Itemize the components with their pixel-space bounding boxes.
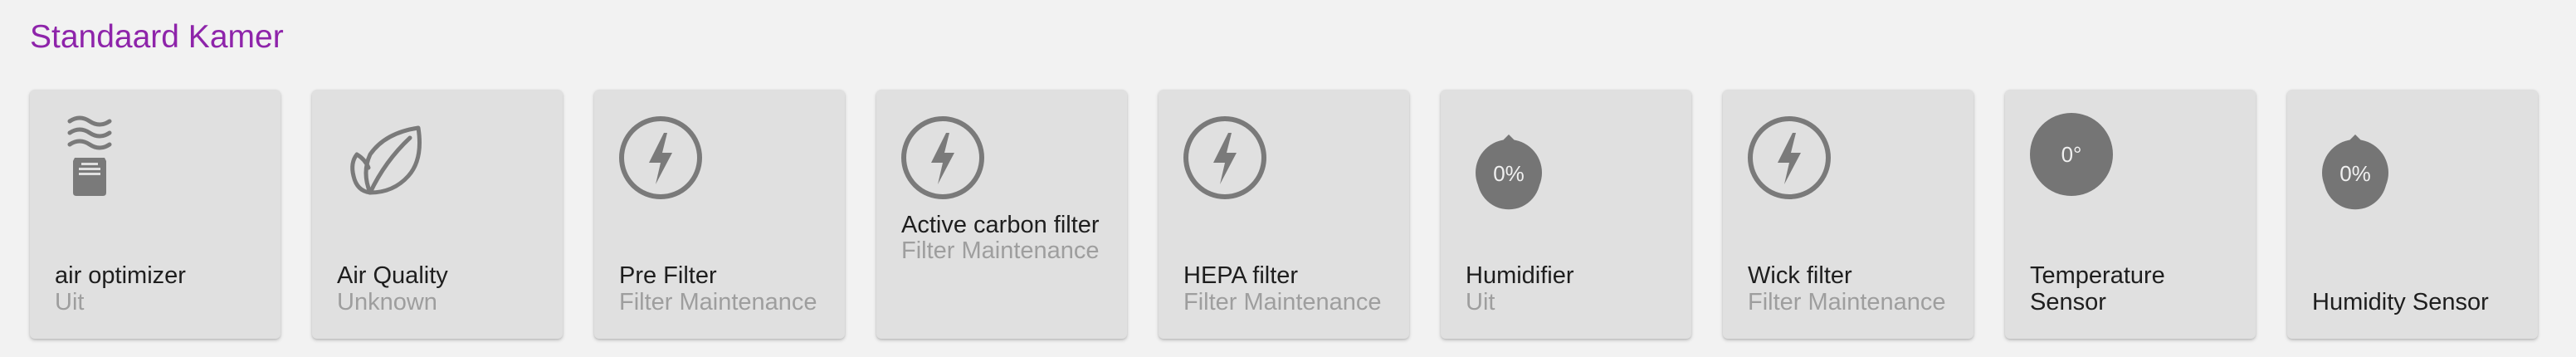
tile-text: Air Quality Unknown bbox=[337, 262, 544, 315]
tile-state: Filter Maintenance bbox=[619, 289, 817, 315]
entity-tiles: air optimizer Uit Air Quality Unknown Pr… bbox=[30, 90, 2538, 339]
badge-value: 0% bbox=[2339, 161, 2371, 186]
tile-text: Humidifier Uit bbox=[1466, 262, 1673, 315]
tile-pre-filter[interactable]: Pre Filter Filter Maintenance bbox=[594, 90, 845, 339]
lightning-icon bbox=[901, 111, 993, 211]
air-purifier-icon bbox=[55, 111, 146, 211]
water-drop-icon: 0% bbox=[1466, 111, 1557, 211]
lightning-icon bbox=[1748, 111, 1839, 211]
tile-name: Air Quality bbox=[337, 262, 448, 289]
tile-state: Unknown bbox=[337, 289, 437, 315]
tile-text: Humidity Sensor bbox=[2312, 289, 2520, 315]
room-card: Standaard Kamer air optimizer Uit Air Qu… bbox=[0, 0, 2576, 357]
tile-name: Active carbon filter bbox=[901, 213, 1100, 238]
lightning-icon bbox=[1183, 111, 1275, 211]
tile-wick-filter[interactable]: Wick filter Filter Maintenance bbox=[1723, 90, 1973, 339]
tile-text: Pre Filter Filter Maintenance bbox=[619, 262, 827, 315]
tile-name: Humidifier bbox=[1466, 262, 1574, 289]
tile-name: Temperature Sensor bbox=[2030, 262, 2165, 315]
tile-name: HEPA filter bbox=[1183, 262, 1299, 289]
badge-value: 0% bbox=[1493, 161, 1525, 186]
tile-air-quality[interactable]: Air Quality Unknown bbox=[312, 90, 563, 339]
tile-name: Wick filter bbox=[1748, 262, 1852, 289]
tile-state: Filter Maintenance bbox=[1183, 289, 1382, 315]
tile-state: Uit bbox=[55, 289, 85, 315]
tile-name: Humidity Sensor bbox=[2312, 289, 2489, 315]
lightning-icon bbox=[619, 111, 710, 211]
badge-value: 0° bbox=[2061, 142, 2082, 167]
tile-text: Wick filter Filter Maintenance bbox=[1748, 262, 1955, 315]
room-title: Standaard Kamer bbox=[30, 19, 284, 55]
tile-active-carbon-filter[interactable]: Active carbon filter Filter Maintenance bbox=[876, 90, 1127, 339]
tile-state: Filter Maintenance bbox=[1748, 289, 1946, 315]
tile-humidifier[interactable]: 0% Humidifier Uit bbox=[1441, 90, 1691, 339]
tile-state: Filter Maintenance bbox=[901, 237, 1100, 264]
water-drop-icon: 0% bbox=[2312, 111, 2403, 211]
tile-air-optimizer[interactable]: air optimizer Uit bbox=[30, 90, 281, 339]
tile-temperature-sensor[interactable]: 0° Temperature Sensor bbox=[2005, 90, 2256, 339]
temperature-badge-icon: 0° bbox=[2030, 111, 2121, 211]
tile-name: Pre Filter bbox=[619, 262, 717, 289]
tile-text: Active carbon filter Filter Maintenance bbox=[901, 213, 1109, 315]
tile-text: HEPA filter Filter Maintenance bbox=[1183, 262, 1391, 315]
tile-text: Temperature Sensor bbox=[2030, 262, 2237, 315]
leaf-icon bbox=[337, 111, 428, 211]
tile-name: air optimizer bbox=[55, 262, 186, 289]
tile-text: air optimizer Uit bbox=[55, 262, 262, 315]
tile-state: Uit bbox=[1466, 289, 1495, 315]
tile-humidity-sensor[interactable]: 0% Humidity Sensor bbox=[2287, 90, 2538, 339]
tile-hepa-filter[interactable]: HEPA filter Filter Maintenance bbox=[1159, 90, 1409, 339]
